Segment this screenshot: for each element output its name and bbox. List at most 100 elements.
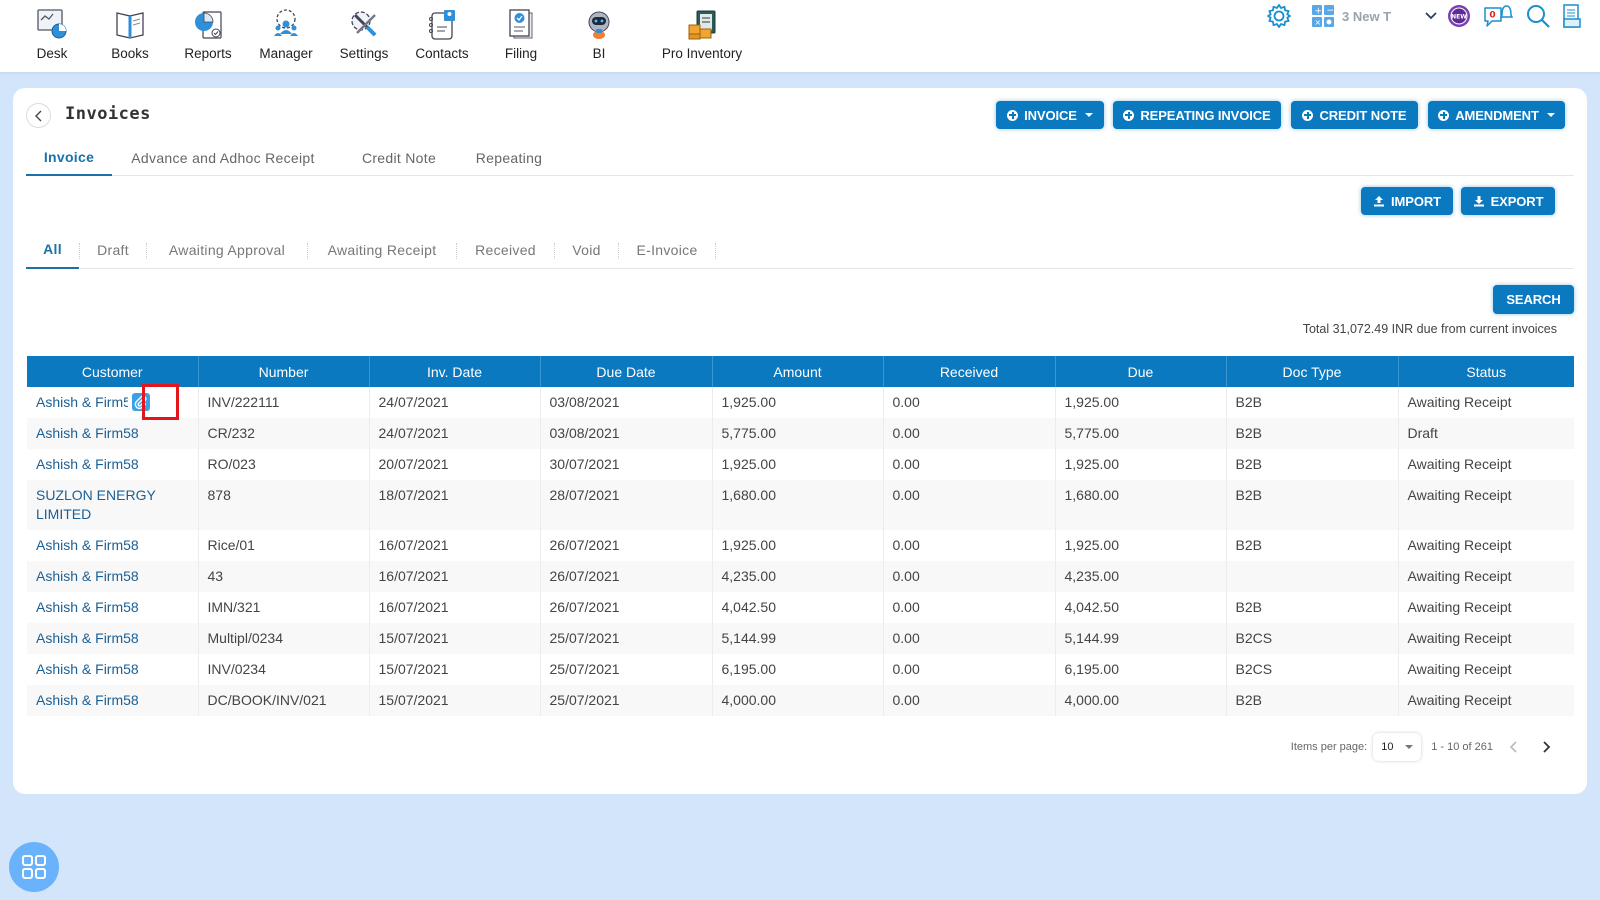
column-header-amount[interactable]: Amount — [712, 356, 884, 387]
customer-link[interactable]: Ashish & Firm58 — [36, 630, 139, 646]
nav-bi[interactable]: BI — [559, 6, 639, 61]
nav-settings[interactable]: Settings — [324, 6, 404, 61]
customer-cell[interactable]: Ashish & Firm58 — [27, 530, 199, 562]
subtab-e-invoice[interactable]: E-Invoice — [619, 231, 715, 269]
customer-link[interactable]: Ashish & Firm58 — [36, 456, 139, 472]
customer-cell[interactable]: Ashish & Firm58 — [27, 654, 199, 686]
tab-credit-note[interactable]: Credit Note — [344, 140, 454, 176]
tab-advance-adhoc-receipt[interactable]: Advance and Adhoc Receipt — [112, 140, 334, 176]
apps-menu-button[interactable] — [9, 842, 59, 892]
amount-cell: 4,235.00 — [712, 561, 884, 593]
table-row[interactable]: Ashish & Firm58 IMN/321 16/07/2021 26/07/20… — [27, 592, 1574, 624]
customer-link[interactable]: SUZLON ENERGY LIMITED — [36, 487, 156, 522]
status-cell: Awaiting Receipt — [1407, 537, 1512, 554]
subtab-awaiting-approval[interactable]: Awaiting Approval — [147, 231, 307, 269]
previous-page-button[interactable] — [1503, 736, 1525, 758]
table-row[interactable]: Ashish & Firm58 Multipl/0234 15/07/2021 25/… — [27, 623, 1574, 655]
customer-cell[interactable]: Ashish & Firm58 — [27, 561, 199, 593]
nav-filing[interactable]: Filing — [481, 6, 561, 61]
inv-date-cell: 15/07/2021 — [369, 623, 541, 655]
column-header-status[interactable]: Status — [1398, 356, 1574, 387]
customer-link[interactable]: Ashish & Firm58 — [36, 599, 139, 615]
nav-contacts[interactable]: Contacts — [402, 6, 482, 61]
customer-link[interactable]: Ashish & Firm58 — [36, 661, 139, 677]
customer-cell[interactable]: SUZLON ENERGY LIMITED — [27, 480, 199, 531]
due-cell: 5,775.00 — [1055, 418, 1227, 450]
customer-cell[interactable]: Ashish & Firm58 — [27, 685, 199, 717]
nav-books[interactable]: Books — [90, 6, 170, 61]
customer-link[interactable]: Ashish & Firm58 — [36, 692, 139, 708]
table-row[interactable]: Ashish & Firm58 43 16/07/2021 26/07/2021 4,2… — [27, 561, 1574, 593]
column-header-customer[interactable]: Customer — [27, 356, 199, 387]
subtab-all[interactable]: All — [26, 231, 79, 269]
new-invoice-dropdown-button[interactable]: INVOICE — [996, 101, 1104, 129]
column-header-doc-type[interactable]: Doc Type — [1226, 356, 1399, 387]
calculator-button[interactable]: + − × — [1310, 0, 1336, 32]
tab-invoice[interactable]: Invoice — [26, 140, 112, 176]
tab-repeating[interactable]: Repeating — [454, 140, 564, 176]
amount-cell: 4,000.00 — [712, 685, 884, 717]
new-repeating-invoice-button[interactable]: REPEATING INVOICE — [1113, 101, 1281, 129]
number-cell: 878 — [198, 480, 370, 531]
customer-cell[interactable]: Ashish & Firm58 — [27, 592, 199, 624]
table-row[interactable]: Ashish & Firm58 INV/22211124/07/202103/08… — [27, 387, 1574, 419]
subtab-received[interactable]: Received — [457, 231, 554, 269]
nav-pro-inventory[interactable]: Pro Inventory — [652, 6, 752, 61]
settings-gear-button[interactable] — [1264, 0, 1294, 32]
table-row[interactable]: Ashish & Firm58 Rice/01 16/07/2021 26/07/20… — [27, 530, 1574, 562]
table-row[interactable]: Ashish & Firm58 INV/0234 15/07/2021 25/07/2… — [27, 654, 1574, 686]
due-cell: 1,680.00 — [1055, 480, 1227, 531]
table-row[interactable]: SUZLON ENERGY LIMITED 878 18/07/2021 28/07/… — [27, 480, 1574, 531]
column-header-due-date[interactable]: Due Date — [540, 356, 713, 387]
back-button[interactable] — [26, 103, 51, 128]
received-cell: 0.00 — [883, 623, 1056, 655]
notifications-button[interactable]: 0 — [1482, 0, 1514, 32]
table-row[interactable]: Ashish & Firm58 CR/232 24/07/2021 03/08/202… — [27, 418, 1574, 450]
column-header-number[interactable]: Number — [198, 356, 370, 387]
nav-desk[interactable]: Desk — [12, 6, 92, 61]
due-date-cell: 30/07/2021 — [540, 449, 713, 481]
doc-type-cell: B2B — [1226, 449, 1399, 481]
customer-link[interactable]: Ashish & Firm58 — [36, 537, 139, 553]
search-button[interactable]: SEARCH — [1493, 285, 1574, 314]
number-cell: INV/222111 — [198, 387, 370, 419]
customer-link[interactable]: Ashish & Firm58 — [36, 568, 139, 584]
amount-cell: 1,680.00 — [712, 480, 884, 531]
whats-new-button[interactable]: NEW — [1446, 0, 1472, 32]
import-button[interactable]: IMPORT — [1361, 187, 1453, 215]
subtab-awaiting-receipt[interactable]: Awaiting Receipt — [308, 231, 456, 269]
manager-icon — [268, 6, 304, 42]
nav-manager[interactable]: Manager — [246, 6, 326, 61]
global-search-button[interactable] — [1524, 0, 1552, 32]
customer-link[interactable]: Ashish & Firm58 — [36, 425, 139, 441]
notification-count: 0 — [1489, 11, 1495, 21]
next-page-button[interactable] — [1535, 736, 1557, 758]
table-row[interactable]: Ashish & Firm58 RO/023 20/07/2021 30/07/202… — [27, 449, 1574, 481]
status-cell: Awaiting Receipt — [1407, 456, 1512, 473]
new-credit-note-button[interactable]: CREDIT NOTE — [1291, 101, 1418, 129]
table-row[interactable]: Ashish & Firm58 DC/BOOK/INV/021 15/07/2021… — [27, 685, 1574, 717]
customer-cell[interactable]: Ashish & Firm58 — [27, 418, 199, 450]
subtab-void[interactable]: Void — [555, 231, 618, 269]
invoices-table: Customer Number Inv. Date Due Date Amoun… — [27, 356, 1574, 717]
amendment-dropdown-button[interactable]: AMENDMENT — [1428, 101, 1565, 129]
new-t-selector[interactable]: 3 New T — [1342, 0, 1422, 32]
customer-cell[interactable]: Ashish & Firm58 — [27, 623, 199, 655]
documents-button[interactable] — [1560, 0, 1584, 32]
customer-cell[interactable]: Ashish & Firm58 — [27, 449, 199, 481]
column-header-due[interactable]: Due — [1055, 356, 1227, 387]
due-date-cell: 03/08/2021 — [540, 387, 713, 419]
column-header-received[interactable]: Received — [883, 356, 1056, 387]
number-cell: INV/0234 — [198, 654, 370, 686]
contacts-icon — [424, 6, 460, 42]
items-per-page-select[interactable]: 10 — [1373, 733, 1421, 761]
chevron-right-icon — [1543, 741, 1551, 753]
credit-note-label: CREDIT NOTE — [1319, 107, 1407, 123]
new-t-dropdown-button[interactable] — [1423, 0, 1439, 32]
export-button[interactable]: EXPORT — [1461, 187, 1555, 215]
nav-reports[interactable]: Reports — [168, 6, 248, 61]
books-icon — [112, 6, 148, 42]
subtab-draft[interactable]: Draft — [80, 231, 146, 269]
customer-link[interactable]: Ashish & Firm58 — [36, 393, 128, 412]
column-header-inv-date[interactable]: Inv. Date — [369, 356, 541, 387]
